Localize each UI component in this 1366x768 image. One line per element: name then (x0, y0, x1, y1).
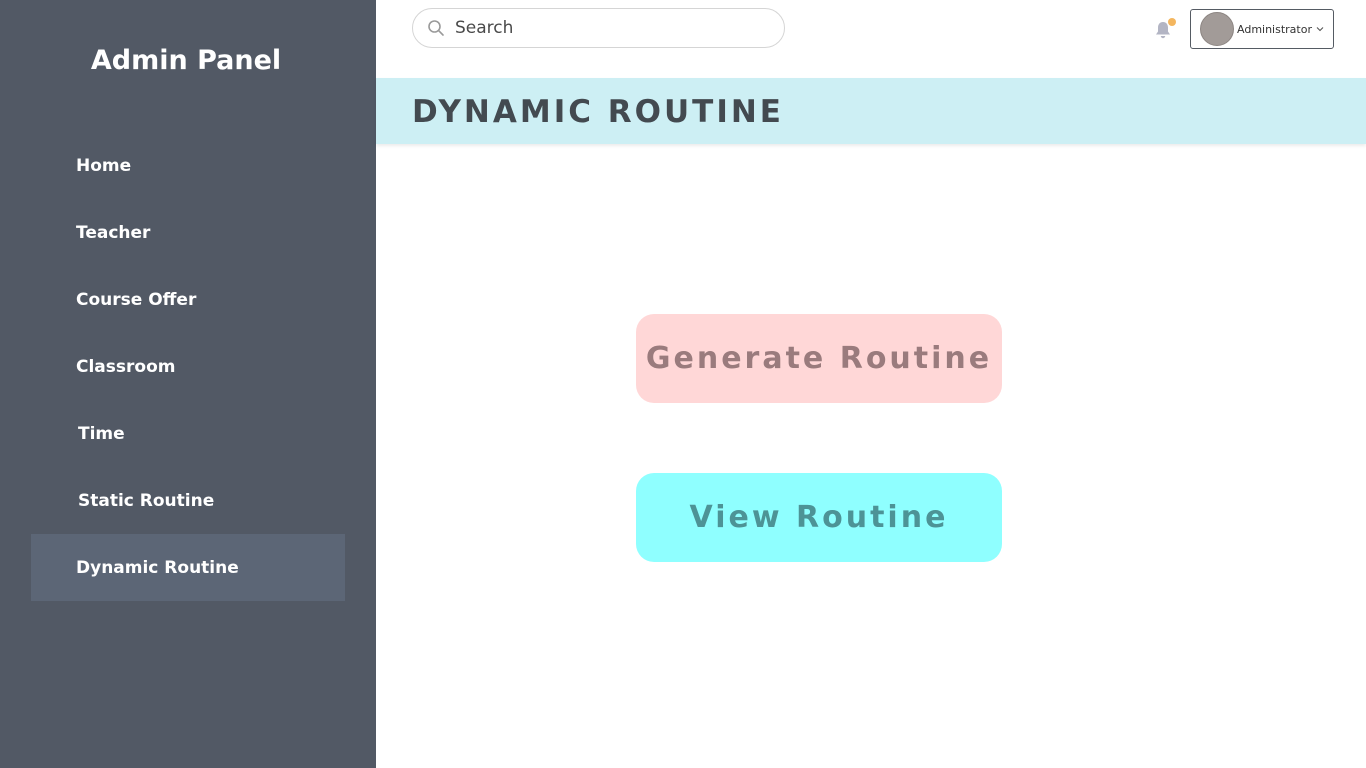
sidebar-item-static-routine[interactable]: Static Routine (31, 467, 345, 534)
search-icon (428, 20, 444, 36)
sidebar-item-teacher[interactable]: Teacher (31, 199, 345, 266)
sidebar-item-classroom[interactable]: Classroom (31, 333, 345, 400)
app-root: Admin Panel Home Teacher Course Offer Cl… (0, 0, 1366, 768)
sidebar-item-course-offer[interactable]: Course Offer (31, 266, 345, 333)
sidebar-nav: Home Teacher Course Offer Classroom Time… (31, 132, 345, 601)
avatar (1200, 12, 1234, 46)
page-title: DYNAMIC ROUTINE (412, 94, 784, 130)
sidebar-item-home[interactable]: Home (31, 132, 345, 199)
view-routine-button[interactable]: View Routine (636, 473, 1002, 562)
generate-routine-button[interactable]: Generate Routine (636, 314, 1002, 403)
notification-dot (1168, 18, 1176, 26)
sidebar-item-dynamic-routine[interactable]: Dynamic Routine (31, 534, 345, 601)
sidebar-item-time[interactable]: Time (31, 400, 345, 467)
page-banner: DYNAMIC ROUTINE (376, 78, 1366, 144)
user-name: Administrator (1237, 22, 1312, 36)
user-menu[interactable]: Administrator (1190, 9, 1334, 49)
top-header: Administrator (376, 0, 1366, 78)
search-input[interactable] (455, 18, 755, 38)
brand-title: Admin Panel (90, 45, 282, 76)
sidebar: Admin Panel Home Teacher Course Offer Cl… (0, 0, 376, 768)
chevron-down-icon (1316, 27, 1324, 32)
search-box[interactable] (412, 8, 785, 48)
